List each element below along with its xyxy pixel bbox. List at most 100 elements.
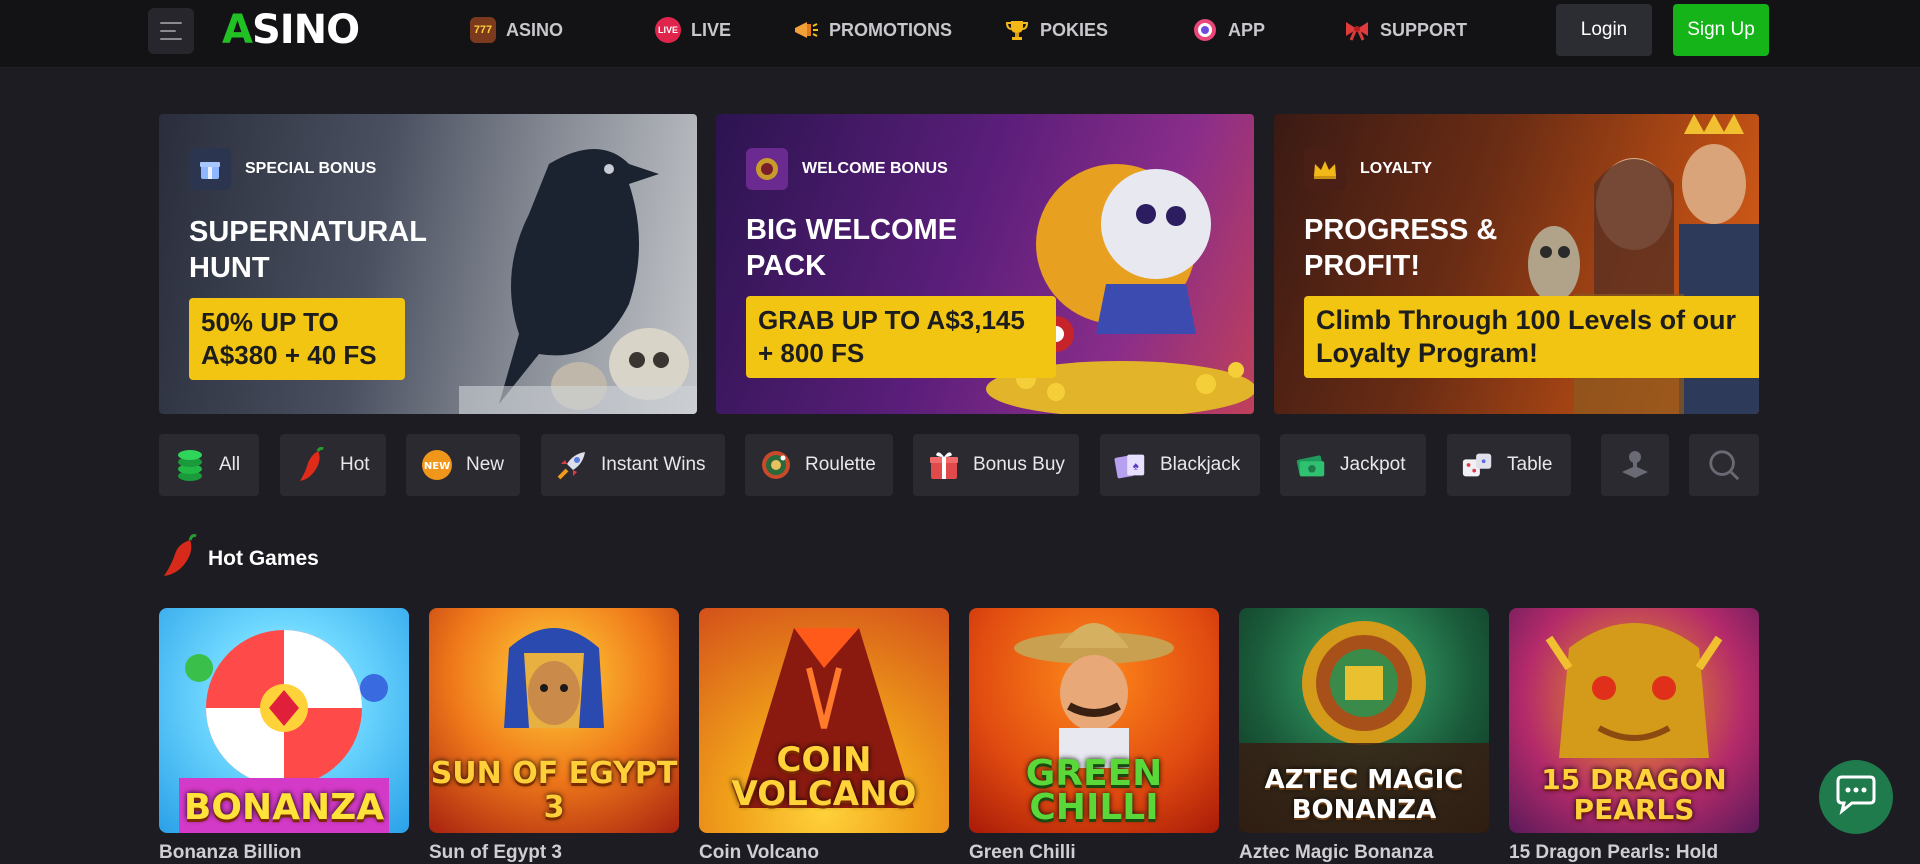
dice-icon [1461, 448, 1495, 482]
banner-tag-label: SPECIAL BONUS [245, 160, 377, 177]
nav-item-support[interactable]: SUPPORT [1344, 0, 1467, 60]
game-art-title: GREEN CHILLI [1025, 753, 1163, 828]
category-label: Instant Wins [601, 454, 706, 475]
svg-text:NEW: NEW [424, 461, 450, 472]
game-title[interactable]: Sun of Egypt 3 [429, 842, 562, 864]
trophy-icon [1004, 17, 1030, 43]
category-label: Hot [340, 454, 370, 475]
game-tile-green-chilli[interactable]: GREEN CHILLI [969, 608, 1219, 833]
roulette-icon [759, 448, 793, 482]
target-icon [1192, 17, 1218, 43]
banner-title: PROGRESS & PROFIT! [1304, 214, 1498, 282]
category-label: Blackjack [1160, 454, 1241, 475]
banner-offer: 50% UP TO A$380 + 40 FS [189, 298, 405, 380]
banner-tag: SPECIAL BONUS [189, 148, 376, 190]
svg-text:♠: ♠ [1133, 461, 1139, 473]
game-title[interactable]: 15 Dragon Pearls: Hold [1509, 842, 1718, 864]
top-header: A SINO 777 ASINO LIVE LIVE PROMOTIONS PO… [0, 0, 1920, 68]
promo-banner-welcome-bonus[interactable]: WELCOME BONUS BIG WELCOME PACK GRAB UP T… [716, 114, 1254, 414]
game-art-title: SUN OF EGYPT 3 [430, 756, 678, 825]
live-chat-button[interactable] [1819, 760, 1893, 834]
cards-icon: ♠ [1114, 448, 1148, 482]
category-roulette[interactable]: Roulette [745, 434, 893, 496]
banner-offer: GRAB UP TO A$3,145 + 800 FS [746, 296, 1056, 378]
section-hot-games-heading: Hot Games [160, 534, 319, 584]
money-icon [1294, 448, 1328, 482]
megaphone-icon [793, 17, 819, 43]
chili-icon [160, 534, 200, 584]
nav-label: POKIES [1040, 19, 1109, 40]
category-hot[interactable]: Hot [280, 434, 386, 496]
game-art-title: BONANZA [183, 787, 385, 828]
banner-tag-label: LOYALTY [1360, 160, 1433, 177]
banner-title: SUPERNATURAL HUNT [189, 216, 427, 284]
chat-bubble-icon [1834, 775, 1878, 820]
search-icon [1707, 448, 1741, 482]
banner-offer: Climb Through 100 Levels of our Loyalty … [1304, 296, 1759, 378]
game-tile-coin-volcano[interactable]: COIN VOLCANO [699, 608, 949, 833]
banner-title: BIG WELCOME PACK [746, 214, 958, 282]
providers-button[interactable] [1601, 434, 1669, 496]
category-label: Roulette [805, 454, 876, 475]
new-badge-icon: NEW [420, 448, 454, 482]
gift-icon [927, 448, 961, 482]
banner-tag: LOYALTY [1304, 148, 1432, 190]
nav-label: SUPPORT [1380, 19, 1468, 40]
game-tile-15-dragon-pearls[interactable]: 15 DRAGON PEARLS [1509, 608, 1759, 833]
game-art-title: AZTEC MAGIC BONANZA [1264, 765, 1464, 825]
live-badge-icon: LIVE [655, 17, 681, 43]
hamburger-menu-button[interactable] [148, 8, 194, 54]
nav-item-asino[interactable]: 777 ASINO [470, 0, 563, 60]
nav-item-pokies[interactable]: POKIES [1004, 0, 1108, 60]
game-title[interactable]: Aztec Magic Bonanza [1239, 842, 1433, 864]
section-title: Hot Games [208, 547, 319, 570]
category-label: Table [1507, 454, 1553, 475]
game-art-title: 15 DRAGON PEARLS [1541, 763, 1727, 826]
search-button[interactable] [1689, 434, 1759, 496]
bow-icon [1344, 17, 1370, 43]
nav-item-app[interactable]: APP [1192, 0, 1265, 60]
game-title[interactable]: Bonanza Billion [159, 842, 302, 864]
signup-button[interactable]: Sign Up [1673, 4, 1769, 56]
game-tile-aztec-magic-bonanza[interactable]: AZTEC MAGIC BONANZA [1239, 608, 1489, 833]
nav-label: PROMOTIONS [829, 19, 953, 40]
chips-stack-icon [173, 448, 207, 482]
category-instant-wins[interactable]: Instant Wins [541, 434, 725, 496]
nav-item-live[interactable]: LIVE LIVE [655, 0, 731, 60]
joystick-icon [1618, 448, 1652, 482]
game-art-title: COIN VOLCANO [731, 740, 917, 814]
category-label: Jackpot [1340, 454, 1406, 475]
category-blackjack[interactable]: ♠ Blackjack [1100, 434, 1260, 496]
nav-item-promotions[interactable]: PROMOTIONS [793, 0, 952, 60]
crown-icon [1304, 148, 1346, 190]
category-bonus-buy[interactable]: Bonus Buy [913, 434, 1079, 496]
nav-label: ASINO [506, 19, 564, 40]
promo-banner-loyalty[interactable]: LOYALTY PROGRESS & PROFIT! Climb Through… [1274, 114, 1759, 414]
logo-mark: A [222, 7, 253, 53]
category-label: All [219, 454, 241, 475]
banner-tag: WELCOME BONUS [746, 148, 948, 190]
nav-label: LIVE [691, 19, 732, 40]
login-button[interactable]: Login [1556, 4, 1652, 56]
chili-icon [294, 447, 328, 482]
game-title[interactable]: Coin Volcano [699, 842, 819, 864]
rocket-icon [555, 448, 589, 482]
gift-box-icon [189, 148, 231, 190]
banner-tag-label: WELCOME BONUS [802, 160, 948, 177]
category-new[interactable]: NEW New [406, 434, 520, 496]
game-tile-bonanza-billion[interactable]: BONANZA [159, 608, 409, 833]
nav-label: APP [1228, 19, 1266, 40]
promo-banner-special-bonus[interactable]: SPECIAL BONUS SUPERNATURAL HUNT 50% UP T… [159, 114, 697, 414]
game-title[interactable]: Green Chilli [969, 842, 1076, 864]
slot-777-icon: 777 [470, 17, 496, 43]
category-label: New [466, 454, 505, 475]
category-jackpot[interactable]: Jackpot [1280, 434, 1426, 496]
category-table[interactable]: Table [1447, 434, 1571, 496]
category-all[interactable]: All [159, 434, 259, 496]
logo-text: SINO [251, 7, 360, 53]
site-logo[interactable]: A SINO [222, 7, 360, 53]
raven-illustration [459, 149, 697, 414]
game-tile-sun-of-egypt-3[interactable]: SUN OF EGYPT 3 [429, 608, 679, 833]
chip-icon [746, 148, 788, 190]
category-label: Bonus Buy [973, 454, 1065, 475]
